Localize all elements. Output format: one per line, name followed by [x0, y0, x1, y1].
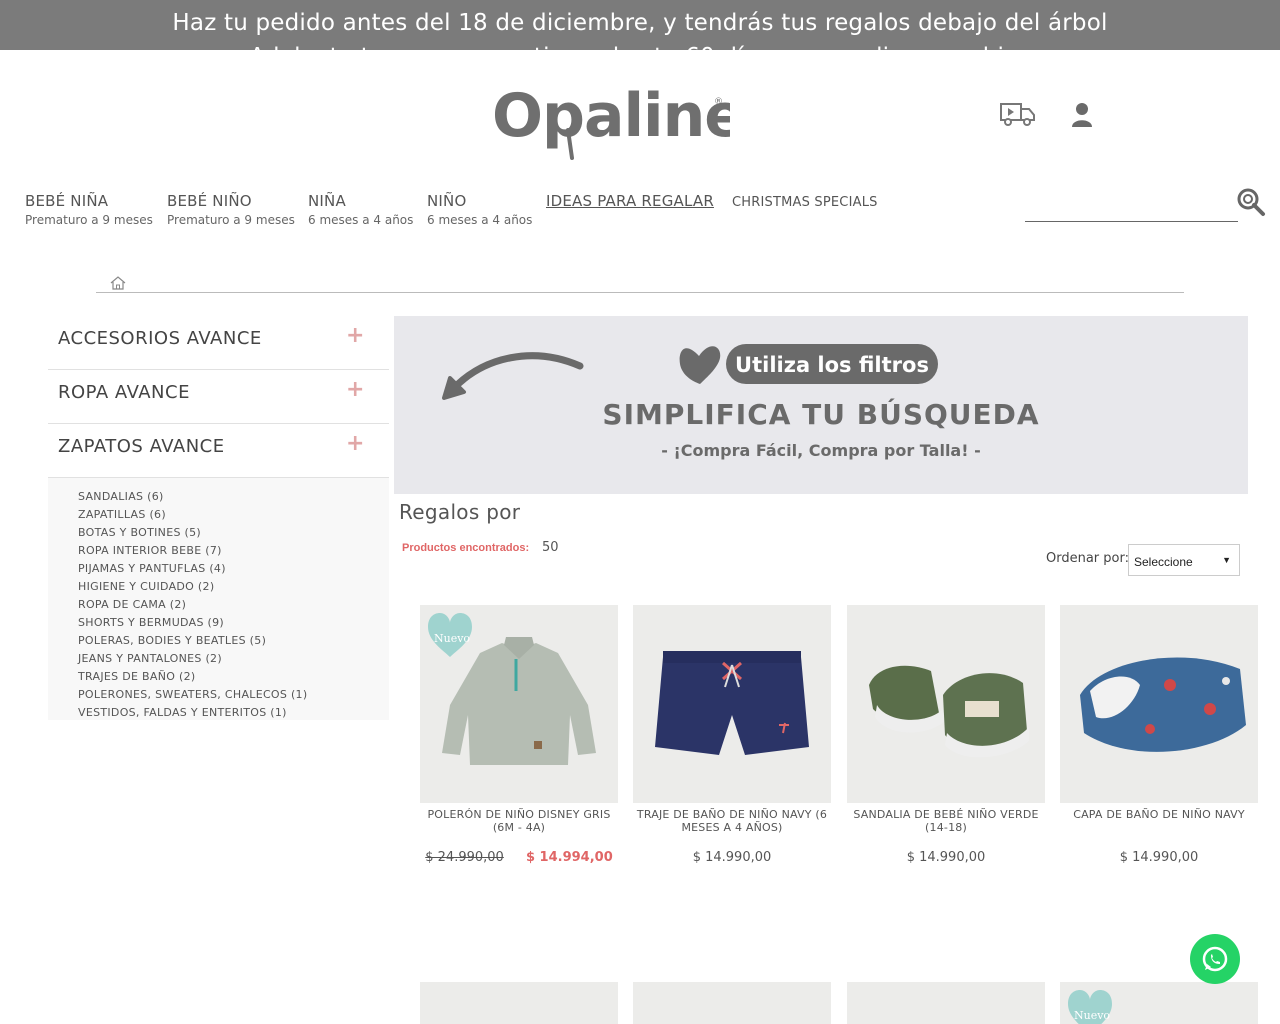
nav-sublabel: Prematuro a 9 meses: [167, 213, 295, 227]
subcategory-link[interactable]: TRAJES DE BAÑO (2): [78, 668, 389, 686]
product-image[interactable]: Nuevo: [420, 605, 618, 803]
product-price: $ 14.990,00: [1119, 850, 1199, 865]
product-image[interactable]: [633, 605, 831, 803]
home-icon[interactable]: [110, 276, 126, 290]
nav-item-bebe-nino[interactable]: BEBÉ NIÑO Prematuro a 9 meses: [167, 192, 295, 228]
product-name[interactable]: TRAJE DE BAÑO DE NIÑO NAVY (6 MESES A 4 …: [633, 808, 831, 842]
product-card[interactable]: CAPA DE BAÑO DE NIÑO NAVY $ 14.990,00: [1060, 605, 1258, 865]
logo-registered: ®: [714, 97, 723, 107]
product-card[interactable]: [633, 982, 831, 1024]
subcategory-link[interactable]: HIGIENE Y CUIDADO (2): [78, 578, 389, 596]
filters-banner: Utiliza los filtros SIMPLIFICA TU BÚSQUE…: [394, 316, 1248, 494]
subcategory-link[interactable]: ROPA INTERIOR BEBE (7): [78, 542, 389, 560]
category-accesorios-avance[interactable]: ACCESORIOS AVANCE +: [48, 316, 389, 370]
sort-select-value: Seleccione: [1134, 555, 1193, 569]
logo-text: Opaline: [492, 81, 730, 151]
nav-item-bebe-nina[interactable]: BEBÉ NIÑA Prematuro a 9 meses: [25, 192, 153, 228]
product-image[interactable]: [847, 605, 1045, 803]
banner-headline: SIMPLIFICA TU BÚSQUEDA: [602, 397, 1039, 431]
product-card[interactable]: [847, 982, 1045, 1024]
promo-bar: Haz tu pedido antes del 18 de diciembre,…: [0, 0, 1280, 50]
filter-sidebar: ACCESORIOS AVANCE + ROPA AVANCE + ZAPATO…: [48, 316, 389, 720]
subcategory-link[interactable]: POLERONES, SWEATERS, CHALECOS (1): [78, 686, 389, 704]
sort-select[interactable]: Seleccione ▼: [1128, 544, 1240, 576]
nav-item-nina[interactable]: NIÑA 6 meses a 4 años: [308, 192, 413, 228]
nav-item-ideas-para-regalar[interactable]: IDEAS PARA REGALAR: [546, 192, 714, 210]
subcategory-list: SANDALIAS (6) ZAPATILLAS (6) BOTAS Y BOT…: [48, 478, 389, 720]
product-prices: $ 24.990,00 $ 14.994,00: [420, 850, 618, 865]
product-name[interactable]: POLERÓN DE NIÑO DISNEY GRIS (6M - 4A): [420, 808, 618, 842]
new-badge-text: Nuevo: [434, 632, 471, 645]
promo-text-1: Haz tu pedido antes del 18 de diciembre,…: [172, 10, 1108, 36]
category-zapatos-avance[interactable]: ZAPATOS AVANCE +: [48, 424, 389, 478]
nav-label: IDEAS PARA REGALAR: [546, 192, 714, 210]
subcategory-link[interactable]: POLERAS, BODIES Y BEATLES (5): [78, 632, 389, 650]
subcategory-link[interactable]: BOTAS Y BOTINES (5): [78, 524, 389, 542]
nav-sublabel: 6 meses a 4 años: [427, 213, 533, 227]
product-card[interactable]: SANDALIA DE BEBÉ NIÑO VERDE (14-18) $ 14…: [847, 605, 1045, 865]
subcategory-link[interactable]: ZAPATILLAS (6): [78, 506, 389, 524]
expand-icon[interactable]: +: [346, 323, 364, 348]
nav-label: NIÑA: [308, 192, 346, 210]
products-found-label: Productos encontrados:: [402, 542, 530, 554]
promo-text-2: Adelanta tus compras y tienes hasta 60 d…: [0, 40, 1280, 50]
search-icon[interactable]: [1236, 187, 1266, 217]
sandals-image: [869, 665, 1029, 758]
product-prices: $ 14.990,00: [847, 850, 1045, 865]
breadcrumb-divider: [96, 292, 1184, 293]
search-underline: [1025, 221, 1238, 222]
whatsapp-icon: [1202, 946, 1228, 972]
subcategory-link[interactable]: PIJAMAS Y PANTUFLAS (4): [78, 560, 389, 578]
category-label: ZAPATOS AVANCE: [58, 436, 225, 457]
expand-icon[interactable]: +: [346, 431, 364, 456]
product-price: $ 14.990,00: [906, 850, 986, 865]
nav-label: BEBÉ NIÑA: [25, 192, 109, 210]
subcategory-link[interactable]: JEANS Y PANTALONES (2): [78, 650, 389, 668]
banner-tagline: - ¡Compra Fácil, Compra por Talla! -: [661, 441, 980, 460]
product-name[interactable]: CAPA DE BAÑO DE NIÑO NAVY: [1060, 808, 1258, 842]
product-card[interactable]: Nuevo POLERÓN DE NIÑO DISNEY GRIS (6M - …: [420, 605, 618, 865]
expand-icon[interactable]: +: [346, 377, 364, 402]
nav-item-nino[interactable]: NIÑO 6 meses a 4 años: [427, 192, 532, 228]
products-found-count: 50: [542, 540, 559, 555]
delivery-truck-icon[interactable]: [1000, 100, 1036, 128]
category-label: ROPA AVANCE: [58, 382, 190, 403]
banner-pill-text: Utiliza los filtros: [735, 353, 929, 377]
subcategory-link[interactable]: ROPA DE CAMA (2): [78, 596, 389, 614]
subcategory-link[interactable]: VESTIDOS, FALDAS Y ENTERITOS (1): [78, 704, 389, 722]
bath-cape-image: [1080, 657, 1246, 752]
sort-label: Ordenar por:: [1046, 551, 1129, 566]
product-card[interactable]: TRAJE DE BAÑO DE NIÑO NAVY (6 MESES A 4 …: [633, 605, 831, 865]
product-card[interactable]: [420, 982, 618, 1024]
product-sale-price: $ 14.994,00: [525, 850, 613, 865]
subcategory-link[interactable]: SHORTS Y BERMUDAS (9): [78, 614, 389, 632]
user-icon[interactable]: [1070, 102, 1094, 128]
opaline-logo[interactable]: Opaline ®: [490, 78, 730, 164]
product-prices: $ 14.990,00: [633, 850, 831, 865]
search-input[interactable]: [1025, 198, 1235, 220]
caret-down-icon: ▼: [1222, 555, 1231, 565]
nav-label: NIÑO: [427, 192, 467, 210]
new-badge-text: Nuevo: [1074, 1009, 1111, 1022]
nav-sublabel: 6 meses a 4 años: [308, 213, 414, 227]
swim-shorts-image: [655, 651, 809, 755]
product-card[interactable]: Nuevo: [1060, 982, 1258, 1024]
nav-label: BEBÉ NIÑO: [167, 192, 252, 210]
nav-item-christmas-specials[interactable]: CHRISTMAS SPECIALS: [732, 192, 878, 212]
product-image[interactable]: [1060, 605, 1258, 803]
category-ropa-avance[interactable]: ROPA AVANCE +: [48, 370, 389, 424]
product-prices: $ 14.990,00: [1060, 850, 1258, 865]
product-name[interactable]: SANDALIA DE BEBÉ NIÑO VERDE (14-18): [847, 808, 1045, 842]
nav-sublabel: Prematuro a 9 meses: [25, 213, 153, 227]
product-old-price: $ 24.990,00: [425, 850, 504, 865]
nav-label: CHRISTMAS SPECIALS: [732, 195, 878, 210]
category-label: ACCESORIOS AVANCE: [58, 328, 262, 349]
subcategory-link[interactable]: SANDALIAS (6): [78, 488, 389, 506]
product-price: $ 14.990,00: [692, 850, 772, 865]
page-title: Regalos por: [399, 500, 521, 524]
whatsapp-button[interactable]: [1190, 934, 1240, 984]
